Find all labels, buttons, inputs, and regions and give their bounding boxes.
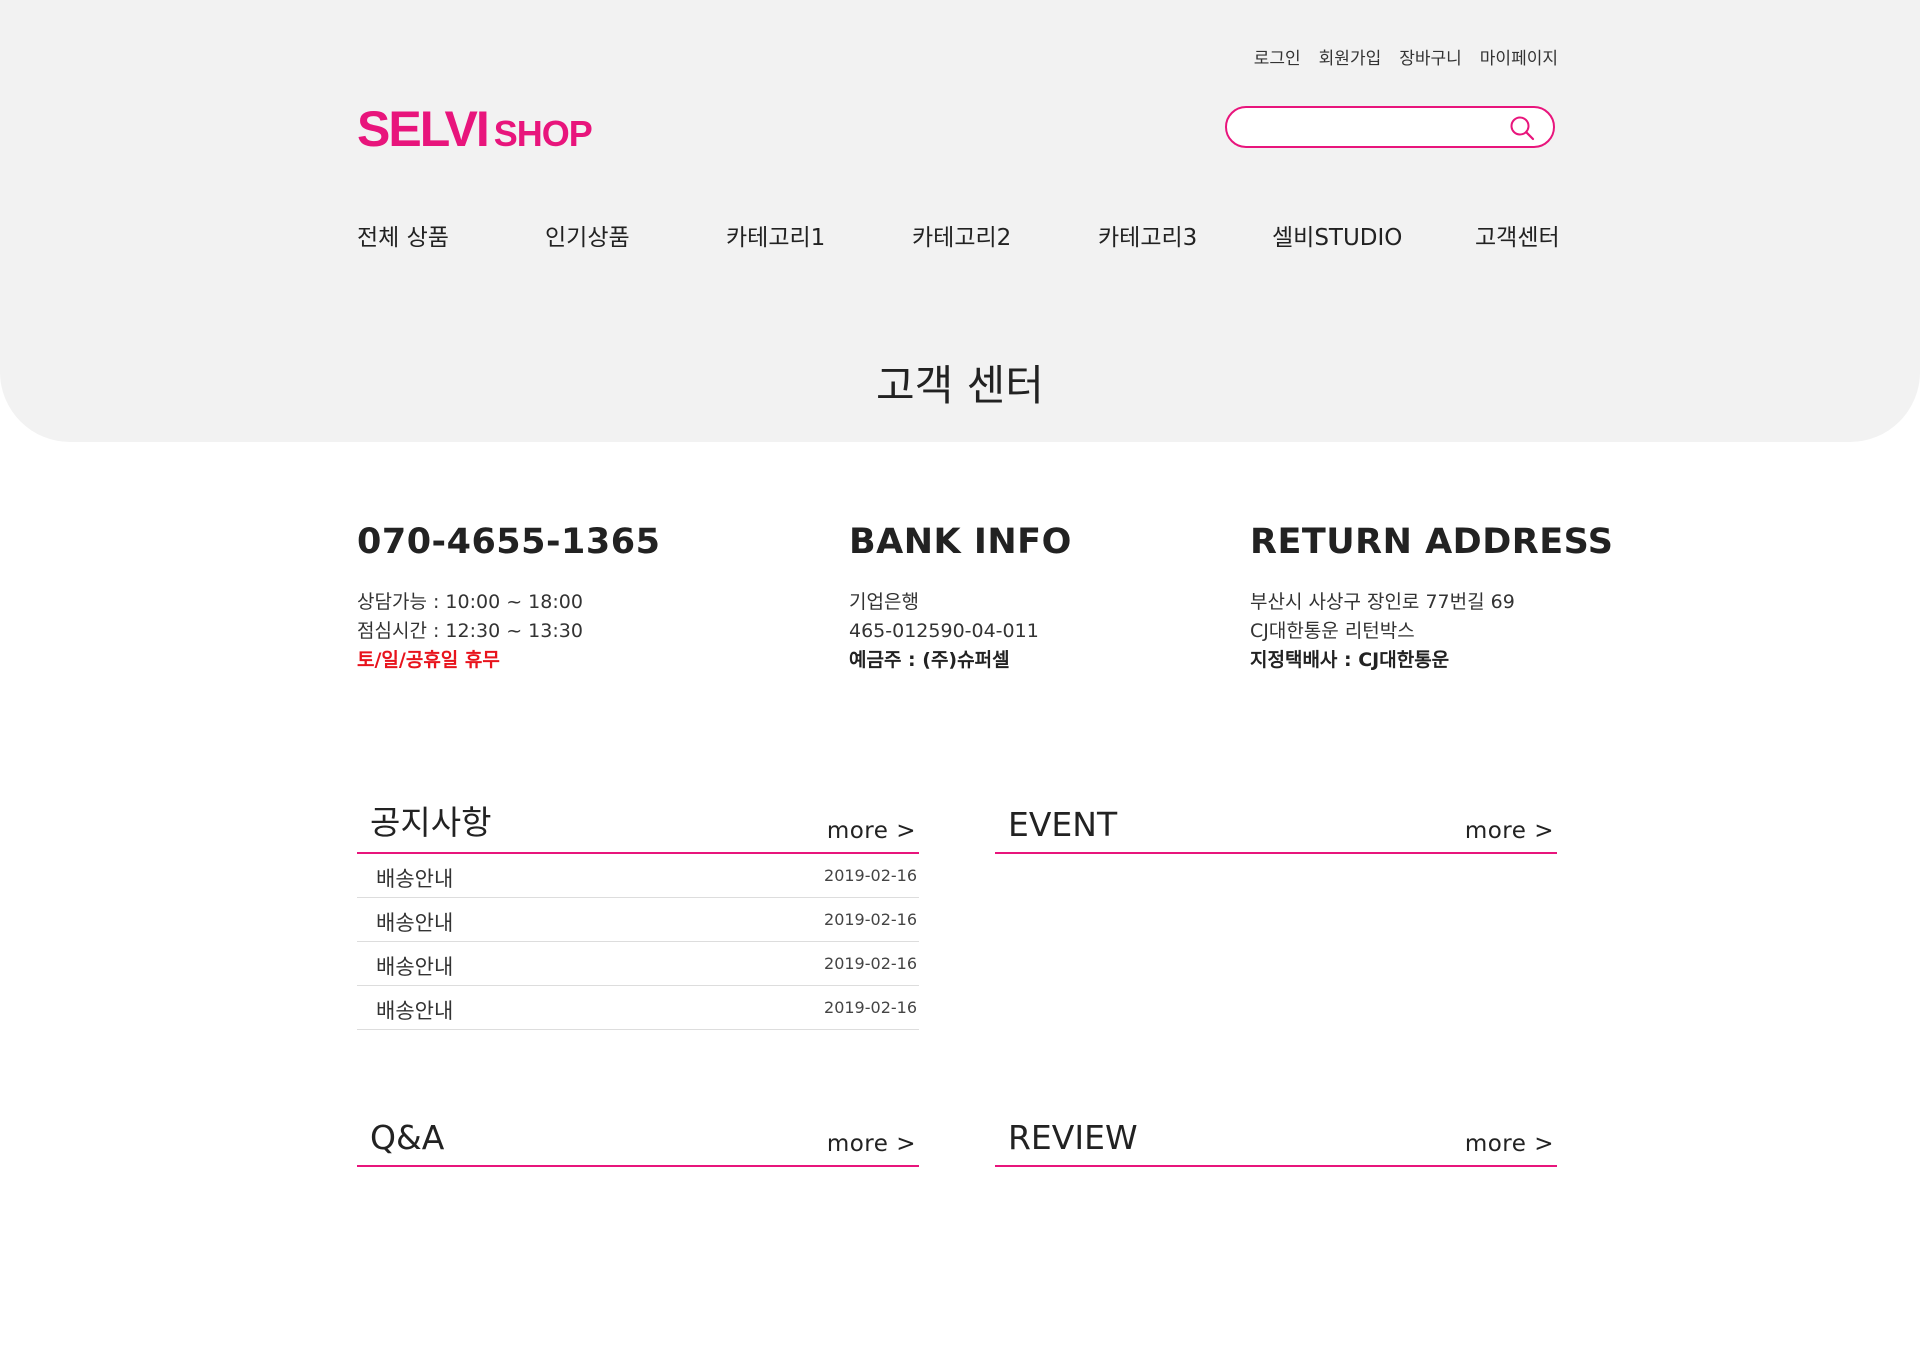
list-item[interactable]: 배송안내 2019-02-16 xyxy=(357,854,919,898)
lunch-text: 점심시간 : 12:30 ~ 13:30 xyxy=(357,620,583,642)
courier-text: 지정택배사 : CJ대한통운 xyxy=(1250,649,1450,671)
bank-name: 기업은행 xyxy=(849,591,919,613)
more-link[interactable]: more > xyxy=(1465,1131,1554,1157)
bank-info: BANK INFO 기업은행 465-012590-04-011 예금주 : (… xyxy=(849,522,1072,675)
list-item-date: 2019-02-16 xyxy=(824,998,917,1017)
more-link[interactable]: more > xyxy=(827,1131,916,1157)
list-item[interactable]: 배송안내 2019-02-16 xyxy=(357,898,919,942)
hours-text: 상담가능 : 10:00 ~ 18:00 xyxy=(357,591,583,613)
nav-customer-center[interactable]: 고객센터 xyxy=(1475,218,1560,252)
search-icon[interactable] xyxy=(1509,115,1535,141)
list-item-date: 2019-02-16 xyxy=(824,910,917,929)
logo-main-text: SELVI xyxy=(357,101,490,157)
logo-sub-text: SHOP xyxy=(493,113,593,154)
review-board: REVIEW more > xyxy=(995,1113,1557,1167)
notice-list: 배송안내 2019-02-16 배송안내 2019-02-16 배송안내 201… xyxy=(357,854,919,1030)
board-title: EVENT xyxy=(1008,805,1118,844)
event-board: EVENT more > xyxy=(995,800,1557,854)
list-item-title: 배송안내 xyxy=(376,955,454,979)
login-link[interactable]: 로그인 xyxy=(1254,44,1301,69)
more-link[interactable]: more > xyxy=(1465,818,1554,844)
search-box xyxy=(1225,106,1555,148)
nav-popular[interactable]: 인기상품 xyxy=(545,218,630,252)
closed-text: 토/일/공휴일 휴무 xyxy=(357,649,500,671)
qna-board: Q&A more > xyxy=(357,1113,919,1167)
logo[interactable]: SELVI SHOP xyxy=(357,100,593,157)
contact-info: 070-4655-1365 상담가능 : 10:00 ~ 18:00 점심시간 … xyxy=(357,522,660,675)
list-item-title: 배송안내 xyxy=(376,911,454,935)
nav-category-2[interactable]: 카테고리2 xyxy=(912,218,1011,252)
search-input[interactable] xyxy=(1245,114,1489,142)
list-item[interactable]: 배송안내 2019-02-16 xyxy=(357,986,919,1030)
nav-category-3[interactable]: 카테고리3 xyxy=(1098,218,1197,252)
signup-link[interactable]: 회원가입 xyxy=(1319,44,1382,69)
page-title: 고객 센터 xyxy=(876,361,1044,410)
list-item-date: 2019-02-16 xyxy=(824,954,917,973)
nav-selvi-studio[interactable]: 셀비STUDIO xyxy=(1272,218,1402,252)
nav-all-products[interactable]: 전체 상품 xyxy=(357,218,449,252)
bank-info-title: BANK INFO xyxy=(849,522,1072,562)
more-link[interactable]: more > xyxy=(827,818,916,844)
board-header: 공지사항 more > xyxy=(357,800,919,854)
top-links: 로그인 회원가입 장바구니 마이페이지 xyxy=(1254,44,1558,69)
board-title: Q&A xyxy=(370,1118,445,1157)
bank-account: 465-012590-04-011 xyxy=(849,620,1039,642)
cart-link[interactable]: 장바구니 xyxy=(1399,44,1462,69)
nav-category-1[interactable]: 카테고리1 xyxy=(726,218,825,252)
mypage-link[interactable]: 마이페이지 xyxy=(1480,44,1558,69)
list-item-title: 배송안내 xyxy=(376,999,454,1023)
list-item[interactable]: 배송안내 2019-02-16 xyxy=(357,942,919,986)
notice-board: 공지사항 more > 배송안내 2019-02-16 배송안내 2019-02… xyxy=(357,800,919,1030)
board-title: REVIEW xyxy=(1008,1118,1138,1157)
board-title: 공지사항 xyxy=(370,803,492,842)
list-item-date: 2019-02-16 xyxy=(824,866,917,885)
return-address-title: RETURN ADDRESS xyxy=(1250,522,1614,562)
board-header: EVENT more > xyxy=(995,800,1557,854)
board-header: Q&A more > xyxy=(357,1113,919,1167)
return-address-info: RETURN ADDRESS 부산시 사상구 장인로 77번길 69 CJ대한통… xyxy=(1250,522,1613,675)
main-nav: 전체 상품 인기상품 카테고리1 카테고리2 카테고리3 셀비STUDIO 고객… xyxy=(357,218,1560,252)
return-address-text: 부산시 사상구 장인로 77번길 69 xyxy=(1250,591,1515,613)
return-recipient: CJ대한통운 리턴박스 xyxy=(1250,620,1415,642)
list-item-title: 배송안내 xyxy=(376,867,454,891)
board-header: REVIEW more > xyxy=(995,1113,1557,1167)
account-holder: 예금주 : (주)슈퍼셀 xyxy=(849,649,1010,671)
phone-number: 070-4655-1365 xyxy=(357,522,661,562)
